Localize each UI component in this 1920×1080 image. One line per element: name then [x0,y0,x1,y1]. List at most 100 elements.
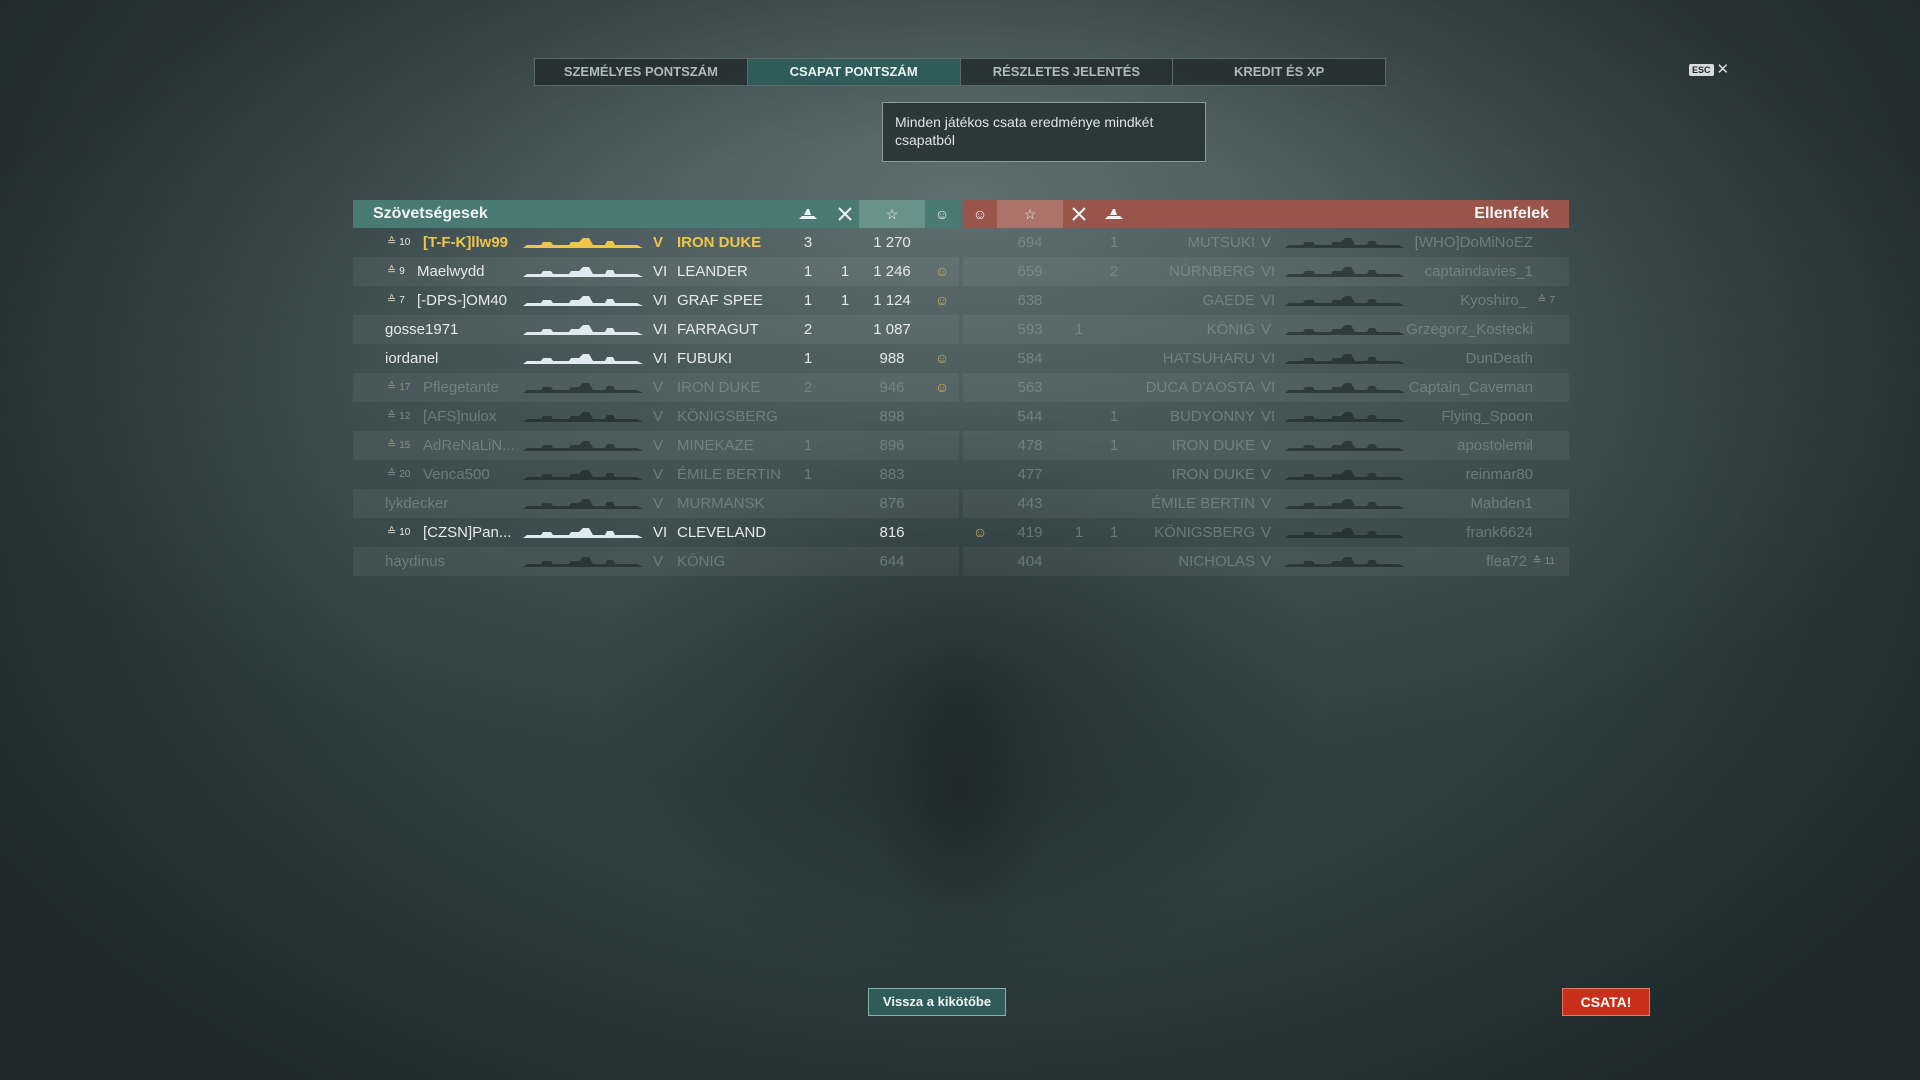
info-tooltip: Minden játékos csata eredménye mindkét c… [882,102,1206,162]
ally-row[interactable]: iordanel VI FUBUKI 1 988 ☺ [353,344,959,373]
player-name: AdReNaLiN... [423,437,515,454]
tab-credits-xp[interactable]: KREDIT ÉS XP [1173,59,1385,85]
player-name: Captain_Caveman [1408,379,1533,396]
tab-team-score[interactable]: CSAPAT PONTSZÁM [747,59,961,85]
ship-name: KÖNIGSBERG [677,408,778,425]
ally-row[interactable]: ≙ 15 AdReNaLiN... V MINEKAZE 1 896 [353,431,959,460]
ship-name: IRON DUKE [1171,466,1255,483]
ally-row[interactable]: haydinus V KÖNIG 644 [353,547,959,576]
rank-number: 10 [399,237,411,248]
rank-insignia-icon: ≙ [387,294,397,306]
base-xp: 563 [1017,379,1043,396]
base-xp: 876 [879,495,905,512]
ship-name: FUBUKI [677,350,733,367]
table-body: ≙ 10 [T-F-K]llw99 V IRON DUKE 3 1 270 ≙ 9 Maelwyd… [353,228,1569,576]
ship-name: IRON DUKE [677,379,761,396]
player-name: [CZSN]Pan... [423,524,512,541]
ship-silhouette [1285,265,1405,279]
table-header: Szövetségesek ☆ ☺ ☺ ☆ Ellenfelek [353,200,1569,228]
ally-row[interactable]: ≙ 10 [CZSN]Pan... VI CLEVELAND 816 [353,518,959,547]
ship-tier: V [1261,495,1272,512]
rank-insignia-icon: ≙ [387,468,397,480]
ships-destroyed: 1 [803,466,813,483]
player-name: captaindavies_1 [1424,263,1533,280]
ship-silhouette [1285,526,1405,540]
player-name: Grzegorz_Kostecki [1406,321,1533,338]
ally-row[interactable]: ≙ 12 [AFS]nulox V KÖNIGSBERG 898 [353,402,959,431]
base-xp: 659 [1017,263,1043,280]
enemy-row[interactable]: 478 1 IRON DUKE Vapostolemil [963,431,1569,460]
ships-destroyed: 1 [803,292,813,309]
rank-badge: ≙ 11 [1532,547,1555,576]
ship-tier: V [1261,437,1272,454]
enemy-row[interactable]: 563 DUCA D'AOSTA VI Captain_Caveman [963,373,1569,402]
enemy-row[interactable]: 694 1 MUTSUKI V [WHO]DoMiNoEZ [963,228,1569,257]
ship-tier: V [653,466,664,483]
rank-insignia-icon: ≙ [387,381,397,393]
player-name: Mabden1 [1470,495,1533,512]
ships-destroyed: 1 [803,350,813,367]
ally-row[interactable]: lykdecker V MURMANSK 876 [353,489,959,518]
tab-personal-score[interactable]: SZEMÉLYES PONTSZÁM [535,59,748,85]
ship-silhouette [523,265,643,279]
medal-icon: ☺ [972,524,988,540]
ally-row[interactable]: ≙ 10 [T-F-K]llw99 V IRON DUKE 3 1 270 [353,228,959,257]
ally-row[interactable]: ≙ 7 [-DPS-]OM40 VI GRAF SPEE 1 1 1 124 ☺ [353,286,959,315]
enemy-row[interactable]: 404 NICHOLAS Vflea72 ≙ 11 [963,547,1569,576]
rank-number: 15 [399,440,411,451]
enemy-row[interactable]: ☺ 419 1 1 KÖNIGSBERG Vfrank6624 [963,518,1569,547]
ship-tier: VI [653,321,668,338]
enemy-row[interactable]: 443 ÉMILE BERTIN V Mabden1 [963,489,1569,518]
enemy-row[interactable]: 638 GAEDE VI Kyoshiro_ ≙ 7 [963,286,1569,315]
ships-destroyed: 1 [1074,321,1084,338]
ally-row[interactable]: ≙ 20 Venca500 V ÉMILE BERTIN 1 883 [353,460,959,489]
ally-row[interactable]: gosse1971 VI FARRAGUT 2 1 087 [353,315,959,344]
rank-badge: ≙ 10 [387,518,410,547]
player-name: Maelwydd [417,263,485,280]
enemy-row[interactable]: 584 HATSUHARU VI DunDeath [963,344,1569,373]
battle-button[interactable]: CSATA! [1562,988,1650,1016]
plane-kill-icon [830,200,860,228]
ship-silhouette [523,497,643,511]
enemy-row[interactable]: 544 1 BUDYONNY VI Flying_Spoon [963,402,1569,431]
ship-silhouette [523,468,643,482]
base-xp: 544 [1017,408,1043,425]
ship-tier: V [653,379,664,396]
rank-insignia-icon: ≙ [1537,294,1547,306]
close-button[interactable]: ESC ✕ [1689,62,1729,77]
enemies-list: 694 1 MUTSUKI V [WHO]DoMiNoEZ 659 2 NÜRNBERG VI c… [963,228,1569,576]
ship-silhouette [523,236,643,250]
ship-silhouette [1285,497,1405,511]
rank-insignia-icon: ≙ [387,526,397,538]
ship-name: LEANDER [677,263,748,280]
enemy-row[interactable]: 477 IRON DUKE Vreinmar80 [963,460,1569,489]
ship-tier: V [653,495,664,512]
player-name: lykdecker [385,495,449,512]
enemy-row[interactable]: 593 1 KÖNIG V Grzegorz_Kostecki [963,315,1569,344]
ally-row[interactable]: ≙ 9 Maelwydd VI LEANDER 1 1 1 246 ☺ [353,257,959,286]
base-xp: 443 [1017,495,1043,512]
planes-destroyed: 1 [840,292,850,309]
player-name: Venca500 [423,466,490,483]
player-name: Pflegetante [423,379,499,396]
tab-detailed-report[interactable]: RÉSZLETES JELENTÉS [961,59,1174,85]
rank-insignia-icon: ≙ [387,410,397,422]
rank-number: 7 [399,295,405,306]
ship-silhouette [1285,410,1405,424]
base-xp: 478 [1017,437,1043,454]
planes-destroyed: 1 [840,263,850,280]
ship-silhouette [1285,468,1405,482]
rank-number: 17 [399,382,411,393]
ship-name: KÖNIG [677,553,726,570]
back-to-port-button[interactable]: Vissza a kikötőbe [868,988,1006,1016]
base-xp: 593 [1017,321,1043,338]
ship-name: ÉMILE BERTIN [677,466,781,483]
rank-badge: ≙ 7 [387,286,405,315]
rank-badge: ≙ 9 [387,257,405,286]
ships-destroyed: 1 [803,263,813,280]
rank-insignia-icon: ≙ [387,265,397,277]
ally-row[interactable]: ≙ 17 Pflegetante V IRON DUKE 2 946 ☺ [353,373,959,402]
enemy-row[interactable]: 659 2 NÜRNBERG VI captaindavies_1 [963,257,1569,286]
ship-silhouette [523,439,643,453]
ship-name: DUCA D'AOSTA [1145,379,1255,396]
